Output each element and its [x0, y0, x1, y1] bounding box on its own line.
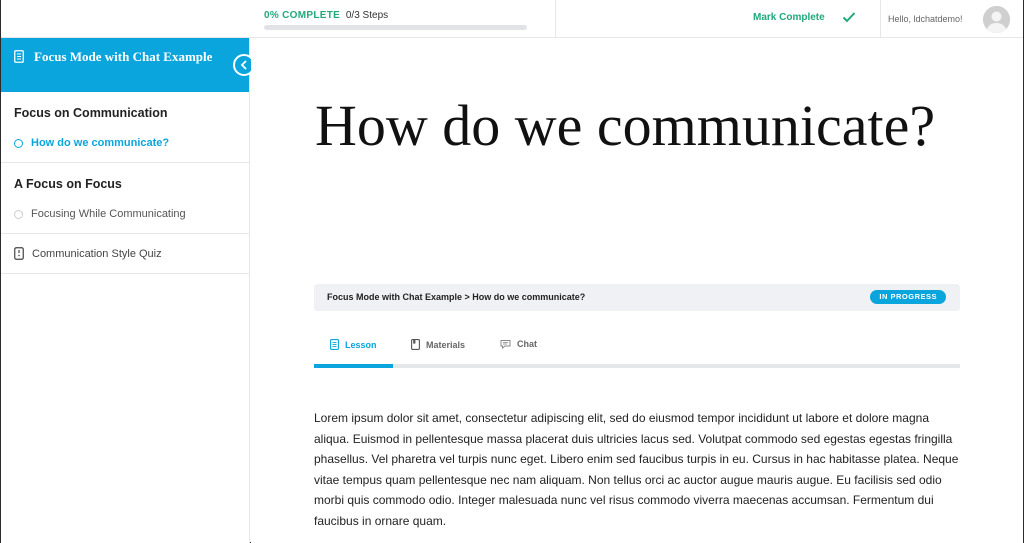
lesson-tabs: Lesson Materials Chat — [314, 331, 960, 368]
progress-status: 0% COMPLETE 0/3 Steps — [264, 10, 388, 21]
status-badge: IN PROGRESS — [870, 290, 946, 304]
checkmark-icon[interactable] — [842, 11, 856, 23]
section-title[interactable]: A Focus on Focus — [14, 177, 236, 191]
lesson-label: Focusing While Communicating — [31, 208, 186, 220]
mark-complete-button[interactable]: Mark Complete — [753, 12, 825, 23]
lesson-body-text: Lorem ipsum dolor sit amet, consectetur … — [314, 411, 959, 528]
breadcrumb-bar: Focus Mode with Chat Example > How do we… — [314, 284, 960, 311]
book-icon — [411, 339, 420, 350]
sidebar-lesson-item[interactable]: Focusing While Communicating — [14, 208, 236, 220]
sidebar-section: Focus on Communication How do we communi… — [1, 92, 249, 163]
tab-label: Chat — [517, 339, 537, 349]
progress-percent: 0% COMPLETE — [264, 10, 341, 21]
document-icon — [14, 50, 24, 63]
progress-bar — [264, 25, 527, 30]
lesson-status-icon — [14, 209, 23, 219]
course-title: Focus Mode with Chat Example — [34, 49, 213, 64]
quiz-icon — [14, 247, 24, 260]
chevron-left-icon — [240, 60, 247, 70]
top-bar: 0% COMPLETE 0/3 Steps Mark Complete Hell… — [1, 0, 1023, 38]
breadcrumb[interactable]: Focus Mode with Chat Example > How do we… — [327, 292, 585, 302]
tab-chat[interactable]: Chat — [500, 339, 537, 349]
active-tab-indicator — [314, 364, 393, 368]
sidebar-quiz-item[interactable]: Communication Style Quiz — [1, 234, 249, 274]
tab-materials[interactable]: Materials — [411, 339, 465, 350]
progress-steps: 0/3 Steps — [345, 10, 389, 21]
sidebar-section: A Focus on Focus Focusing While Communic… — [1, 163, 249, 234]
tab-label: Lesson — [345, 339, 377, 350]
sidebar-lesson-item[interactable]: How do we communicate? — [14, 137, 236, 149]
avatar[interactable] — [983, 6, 1010, 33]
course-sidebar: Focus Mode with Chat Example Focus on Co… — [1, 38, 255, 543]
lesson-content: How do we communicate? Focus Mode with C… — [251, 38, 1023, 543]
course-header[interactable]: Focus Mode with Chat Example — [1, 38, 255, 92]
user-silhouette-icon — [983, 6, 1010, 33]
tab-label: Materials — [426, 339, 466, 350]
lesson-status-icon — [14, 138, 23, 148]
section-title[interactable]: Focus on Communication — [14, 106, 236, 120]
divider — [555, 0, 556, 38]
document-icon — [330, 339, 339, 350]
user-greeting: Hello, ldchatdemo! — [888, 14, 963, 24]
app-window: 0% COMPLETE 0/3 Steps Mark Complete Hell… — [0, 0, 1024, 543]
tab-lesson[interactable]: Lesson — [330, 339, 377, 350]
chat-bubble-icon — [500, 340, 511, 349]
lesson-label: How do we communicate? — [31, 137, 170, 149]
divider — [880, 0, 881, 38]
quiz-label: Communication Style Quiz — [32, 247, 162, 260]
page-title: How do we communicate? — [315, 93, 936, 158]
